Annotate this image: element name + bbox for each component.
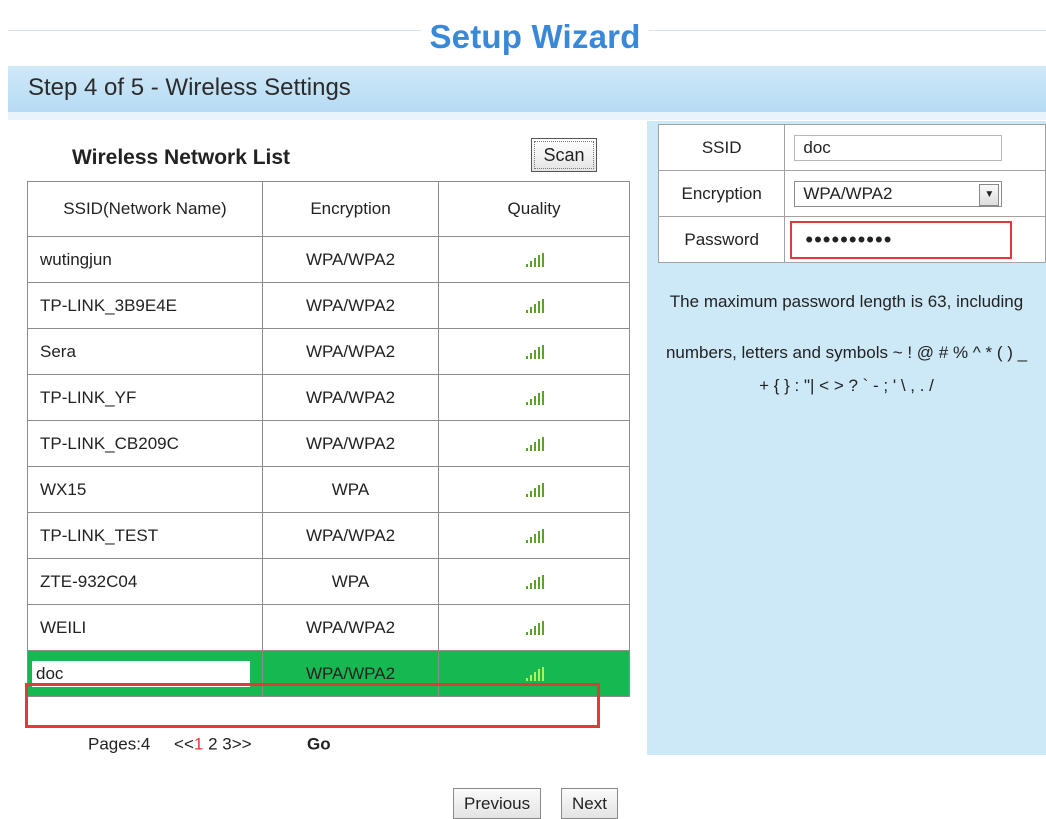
network-ssid: ZTE-932C04 (27, 558, 263, 605)
page-title: Setup Wizard (0, 18, 1046, 56)
signal-strength-icon (524, 621, 544, 636)
network-ssid: WX15 (27, 466, 263, 513)
password-label: Password (657, 216, 786, 263)
table-row-selected[interactable]: doc WPA/WPA2 (27, 650, 630, 697)
selected-ssid-field: doc (32, 660, 250, 687)
network-encryption: WPA/WPA2 (262, 374, 439, 421)
password-note-line-1: The maximum password length is 63, inclu… (669, 292, 1024, 311)
network-encryption: WPA/WPA2 (262, 420, 439, 467)
network-ssid: Sera (27, 328, 263, 375)
dropdown-arrow-icon[interactable]: ▼ (979, 183, 1000, 206)
ssid-label: SSID (657, 124, 786, 171)
ssid-cell (784, 124, 1046, 171)
password-cell: •••••••••• (784, 216, 1046, 263)
network-ssid: TP-LINK_YF (27, 374, 263, 421)
table-row[interactable]: TP-LINK_TEST WPA/WPA2 (27, 512, 630, 559)
network-encryption: WPA/WPA2 (262, 650, 439, 697)
encryption-value: WPA/WPA2 (803, 183, 893, 203)
encryption-select[interactable]: WPA/WPA2 ▼ (794, 180, 1003, 207)
quality-cell (438, 512, 630, 559)
password-row: Password •••••••••• (657, 216, 1046, 263)
quality-cell (438, 650, 630, 697)
signal-strength-icon (524, 483, 544, 498)
quality-cell (438, 236, 630, 283)
network-encryption: WPA/WPA2 (262, 282, 439, 329)
network-ssid-selected: doc (27, 650, 263, 697)
page-link-current[interactable]: 1 (194, 734, 203, 753)
signal-strength-icon (524, 667, 544, 682)
network-ssid: TP-LINK_TEST (27, 512, 263, 559)
table-header-row: SSID(Network Name) Encryption Quality (27, 181, 630, 237)
network-ssid: WEILI (27, 604, 263, 651)
table-row[interactable]: WEILI WPA/WPA2 (27, 604, 630, 651)
table-row[interactable]: wutingjun WPA/WPA2 (27, 236, 630, 283)
next-pages-link[interactable]: >> (232, 734, 252, 753)
encryption-label: Encryption (657, 170, 786, 217)
signal-strength-icon (524, 529, 544, 544)
password-note-line-3: + { } : "| < > ? ` - ; ' \ , . / (759, 376, 934, 395)
column-header-quality: Quality (438, 181, 630, 237)
table-row[interactable]: Sera WPA/WPA2 (27, 328, 630, 375)
page-number-input[interactable] (262, 732, 297, 758)
table-row[interactable]: WX15 WPA (27, 466, 630, 513)
go-button[interactable]: Go (307, 734, 331, 753)
password-input[interactable]: •••••••••• (790, 220, 1013, 259)
table-row[interactable]: ZTE-932C04 WPA (27, 558, 630, 605)
next-button[interactable]: Next (561, 788, 618, 819)
network-encryption: WPA/WPA2 (262, 512, 439, 559)
pages-count: Pages:4 (88, 734, 151, 754)
table-row[interactable]: TP-LINK_CB209C WPA/WPA2 (27, 420, 630, 467)
column-header-encryption: Encryption (262, 181, 439, 237)
quality-cell (438, 282, 630, 329)
network-table: SSID(Network Name) Encryption Quality wu… (27, 181, 630, 697)
signal-strength-icon (524, 253, 544, 268)
ssid-row: SSID (657, 124, 1046, 171)
network-encryption: WPA/WPA2 (262, 236, 439, 283)
network-list-title: Wireless Network List (72, 146, 291, 169)
table-row[interactable]: TP-LINK_3B9E4E WPA/WPA2 (27, 282, 630, 329)
quality-cell (438, 328, 630, 375)
prev-pages-link[interactable]: << (174, 734, 194, 753)
page-links[interactable]: 2 3 (208, 734, 232, 753)
signal-strength-icon (524, 575, 544, 590)
quality-cell (438, 374, 630, 421)
network-ssid: wutingjun (27, 236, 263, 283)
pagination: Pages:4 <<1 2 3>> Go (88, 732, 331, 758)
network-encryption: WPA (262, 466, 439, 513)
password-note-line-2: numbers, letters and symbols ~ ! @ # % ^… (665, 343, 1028, 362)
column-header-ssid: SSID(Network Name) (27, 181, 263, 237)
quality-cell (438, 420, 630, 467)
quality-cell (438, 466, 630, 513)
step-header: Step 4 of 5 - Wireless Settings (8, 66, 1046, 112)
network-encryption: WPA/WPA2 (262, 604, 439, 651)
signal-strength-icon (524, 299, 544, 314)
step-title: Step 4 of 5 - Wireless Settings (28, 74, 351, 101)
network-encryption: WPA/WPA2 (262, 328, 439, 375)
network-encryption: WPA (262, 558, 439, 605)
table-row[interactable]: TP-LINK_YF WPA/WPA2 (27, 374, 630, 421)
step-divider (8, 112, 1046, 120)
ssid-input[interactable] (794, 134, 1003, 161)
signal-strength-icon (524, 437, 544, 452)
settings-form: SSID Encryption WPA/WPA2 ▼ Password ••••… (657, 124, 1046, 263)
encryption-cell: WPA/WPA2 ▼ (784, 170, 1046, 217)
network-ssid: TP-LINK_CB209C (27, 420, 263, 467)
signal-strength-icon (524, 345, 544, 360)
scan-button[interactable]: Scan (531, 138, 597, 172)
password-mask: •••••••••• (805, 226, 893, 252)
network-ssid: TP-LINK_3B9E4E (27, 282, 263, 329)
quality-cell (438, 604, 630, 651)
encryption-row: Encryption WPA/WPA2 ▼ (657, 170, 1046, 217)
quality-cell (438, 558, 630, 605)
signal-strength-icon (524, 391, 544, 406)
previous-button[interactable]: Previous (453, 788, 542, 819)
